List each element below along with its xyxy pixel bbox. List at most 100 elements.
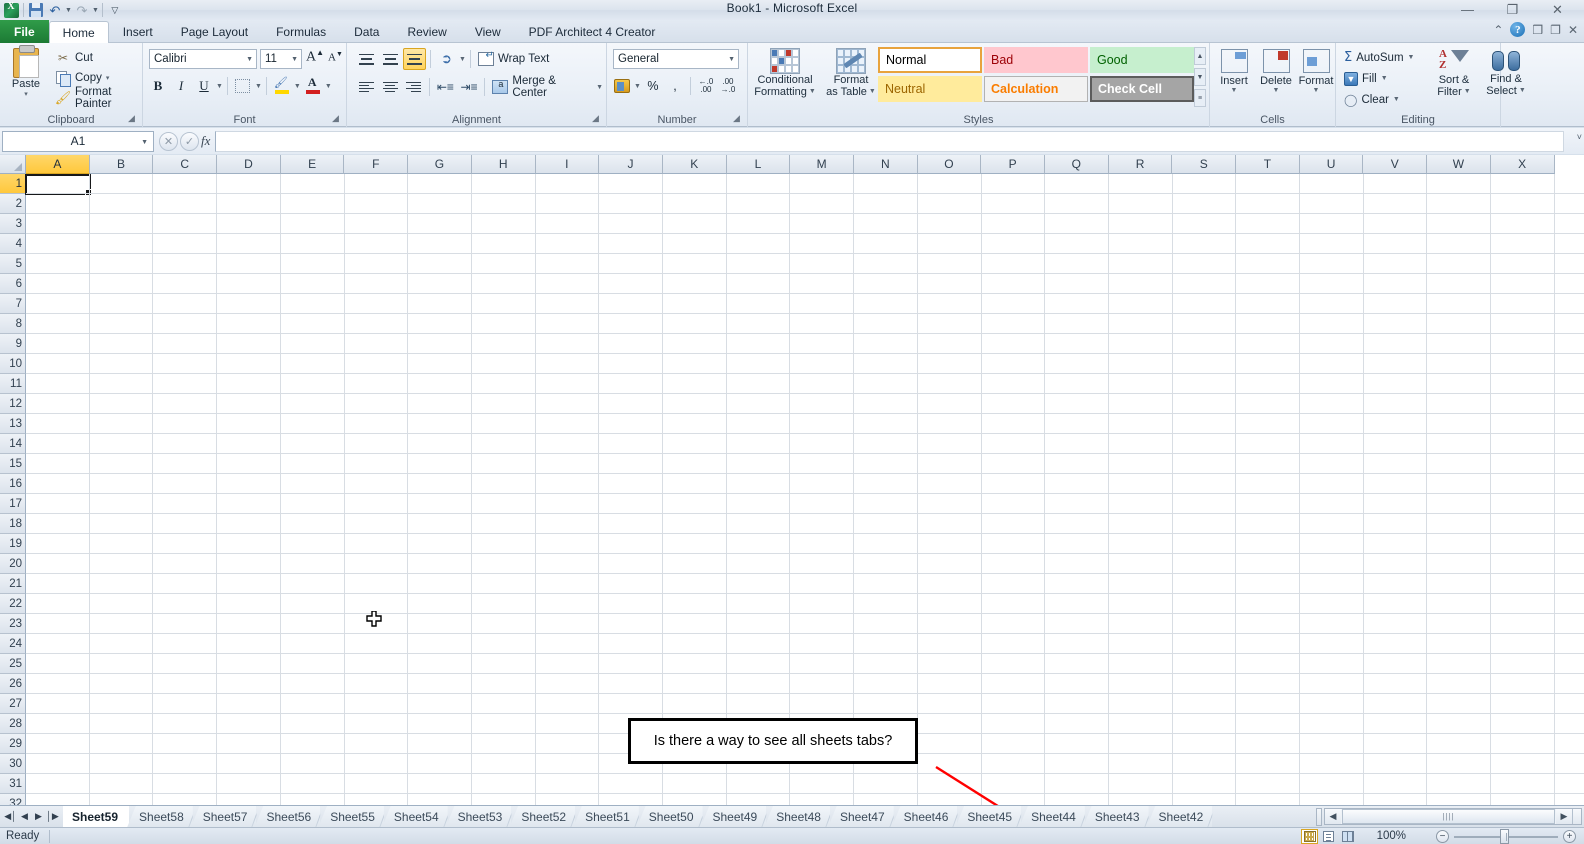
- cell-style-calculation[interactable]: Calculation: [984, 76, 1088, 102]
- zoom-thumb[interactable]: [1500, 829, 1509, 844]
- cell-style-normal[interactable]: Normal: [878, 47, 982, 73]
- italic-button[interactable]: I: [170, 75, 192, 97]
- cell-style-check-cell[interactable]: Check Cell: [1090, 76, 1194, 102]
- hscroll-right-icon[interactable]: ▶: [1556, 809, 1572, 824]
- ribbon-tab-formulas[interactable]: Formulas: [262, 21, 340, 43]
- ribbon-tab-pdf-architect[interactable]: PDF Architect 4 Creator: [515, 21, 670, 43]
- row-header-14[interactable]: 14: [0, 434, 26, 454]
- column-header-p[interactable]: P: [981, 155, 1045, 174]
- column-header-b[interactable]: B: [89, 155, 154, 174]
- sheet-tab-sheet53[interactable]: Sheet53: [445, 805, 512, 828]
- merge-center-caret-icon[interactable]: ▼: [596, 84, 603, 91]
- insert-function-icon[interactable]: fx: [201, 133, 210, 149]
- row-header-12[interactable]: 12: [0, 394, 26, 414]
- paste-caret-icon[interactable]: ▾: [24, 90, 28, 98]
- page-layout-view-button[interactable]: [1320, 829, 1337, 844]
- row-header-16[interactable]: 16: [0, 474, 26, 494]
- insert-cells-button[interactable]: Insert ▼: [1213, 46, 1255, 110]
- column-header-w[interactable]: W: [1427, 155, 1491, 174]
- row-header-24[interactable]: 24: [0, 634, 26, 654]
- grow-font-icon[interactable]: A▲: [306, 48, 324, 66]
- column-header-s[interactable]: S: [1172, 155, 1237, 174]
- workbook-restore-icon[interactable]: ❐: [1550, 23, 1561, 37]
- format-as-table-button[interactable]: Format as Table ▼: [820, 46, 882, 108]
- ribbon-tab-review[interactable]: Review: [393, 21, 460, 43]
- conditional-formatting-button[interactable]: Conditional Formatting ▼: [754, 46, 816, 108]
- autosum-button[interactable]: Σ AutoSum ▼: [1341, 47, 1417, 68]
- row-header-26[interactable]: 26: [0, 674, 26, 694]
- orientation-caret-icon[interactable]: ▼: [459, 56, 466, 63]
- font-color-button[interactable]: [302, 75, 324, 97]
- column-header-u[interactable]: U: [1299, 155, 1364, 174]
- name-box-caret-icon[interactable]: ▼: [141, 139, 148, 146]
- cut-button[interactable]: ✂ Cut: [52, 48, 142, 68]
- cancel-formula-icon[interactable]: ✕: [159, 131, 178, 151]
- merge-center-button[interactable]: Merge & Center ▼: [489, 75, 606, 99]
- zoom-out-button[interactable]: −: [1436, 830, 1449, 843]
- styles-scroll-down-icon[interactable]: ▼: [1194, 68, 1206, 86]
- column-header-x[interactable]: X: [1490, 155, 1555, 174]
- help-icon[interactable]: ?: [1510, 22, 1526, 37]
- sort-filter-button[interactable]: AZ Sort & Filter ▼: [1428, 46, 1480, 110]
- zoom-in-button[interactable]: +: [1563, 830, 1576, 843]
- workbook-minimize-icon[interactable]: ❒: [1532, 23, 1543, 37]
- row-header-19[interactable]: 19: [0, 534, 26, 554]
- row-header-28[interactable]: 28: [0, 714, 26, 734]
- enter-formula-icon[interactable]: ✓: [180, 131, 199, 151]
- cell-style-good[interactable]: Good: [1090, 47, 1194, 73]
- font-size-input[interactable]: 11 ▼: [260, 49, 302, 69]
- column-header-t[interactable]: T: [1236, 155, 1300, 174]
- underline-button[interactable]: U: [193, 75, 215, 97]
- number-dialog-launcher-icon[interactable]: ◢: [733, 114, 743, 124]
- row-header-7[interactable]: 7: [0, 294, 26, 314]
- align-right-button[interactable]: [402, 76, 425, 98]
- sheet-tab-sheet45[interactable]: Sheet45: [955, 805, 1022, 828]
- column-header-i[interactable]: I: [535, 155, 600, 174]
- column-header-r[interactable]: R: [1108, 155, 1173, 174]
- ribbon-tab-view[interactable]: View: [461, 21, 515, 43]
- align-bottom-button[interactable]: [403, 48, 426, 70]
- font-size-caret-icon[interactable]: ▼: [291, 56, 298, 63]
- column-header-a[interactable]: A: [26, 155, 90, 174]
- copy-caret-icon[interactable]: ▾: [106, 74, 110, 82]
- close-button[interactable]: ✕: [1535, 0, 1580, 19]
- minimize-button[interactable]: —: [1445, 0, 1490, 19]
- comma-style-button[interactable]: ,: [665, 75, 685, 97]
- zoom-slider[interactable]: − +: [1436, 829, 1576, 844]
- orientation-button[interactable]: ➲: [435, 48, 458, 70]
- clear-button[interactable]: ◯ Clear ▼: [1341, 89, 1417, 110]
- column-header-e[interactable]: E: [280, 155, 345, 174]
- find-select-caret-icon[interactable]: ▼: [1519, 85, 1526, 97]
- row-header-30[interactable]: 30: [0, 754, 26, 774]
- row-header-4[interactable]: 4: [0, 234, 26, 254]
- row-header-27[interactable]: 27: [0, 694, 26, 714]
- font-name-caret-icon[interactable]: ▼: [246, 56, 253, 63]
- clear-caret-icon[interactable]: ▼: [1393, 96, 1400, 103]
- first-sheet-button[interactable]: ◀│: [4, 809, 17, 825]
- sheet-tab-sheet50[interactable]: Sheet50: [636, 805, 703, 828]
- sheet-tab-sheet43[interactable]: Sheet43: [1082, 805, 1149, 828]
- borders-button[interactable]: [232, 75, 254, 97]
- format-caret-icon[interactable]: ▼: [1313, 87, 1320, 94]
- row-header-29[interactable]: 29: [0, 734, 26, 754]
- insert-caret-icon[interactable]: ▼: [1231, 87, 1238, 94]
- column-header-k[interactable]: K: [662, 155, 727, 174]
- column-header-l[interactable]: L: [726, 155, 791, 174]
- ribbon-tab-page-layout[interactable]: Page Layout: [167, 21, 262, 43]
- formula-input[interactable]: [215, 130, 1564, 152]
- sort-filter-caret-icon[interactable]: ▼: [1464, 86, 1471, 98]
- borders-caret-icon[interactable]: ▼: [255, 83, 262, 90]
- next-sheet-button[interactable]: ▶: [32, 809, 45, 825]
- sheet-tab-sheet42[interactable]: Sheet42: [1146, 805, 1213, 828]
- sheet-tab-sheet49[interactable]: Sheet49: [700, 805, 767, 828]
- fill-color-button[interactable]: [271, 75, 293, 97]
- decrease-decimal-button[interactable]: .00 →.0: [718, 75, 738, 97]
- sheet-tab-sheet54[interactable]: Sheet54: [381, 805, 448, 828]
- row-header-31[interactable]: 31: [0, 774, 26, 794]
- row-header-11[interactable]: 11: [0, 374, 26, 394]
- sheet-tab-sheet46[interactable]: Sheet46: [891, 805, 958, 828]
- name-box[interactable]: A1 ▼: [2, 130, 154, 152]
- delete-caret-icon[interactable]: ▼: [1273, 87, 1280, 94]
- column-header-h[interactable]: H: [471, 155, 536, 174]
- font-name-input[interactable]: Calibri ▼: [149, 49, 257, 69]
